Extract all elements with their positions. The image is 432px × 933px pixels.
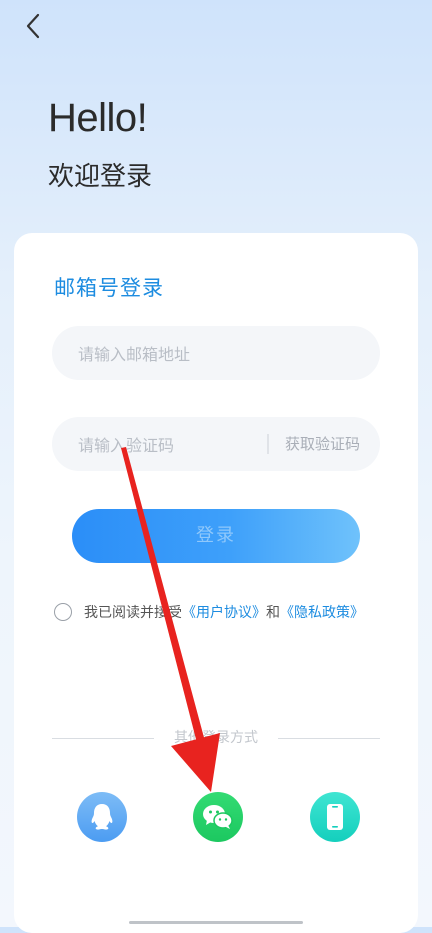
- qq-icon: [91, 804, 113, 830]
- login-button[interactable]: 登录: [72, 509, 360, 563]
- chevron-left-icon: [26, 13, 40, 39]
- email-input[interactable]: [76, 326, 280, 382]
- back-button[interactable]: [20, 12, 48, 40]
- welcome-subtitle: 欢迎登录: [48, 162, 153, 192]
- code-field-container: 获取验证码: [52, 417, 380, 473]
- email-login-title: 邮箱号登录: [54, 276, 164, 300]
- divider-line-right: [278, 738, 380, 739]
- phone-login-button[interactable]: [310, 792, 360, 842]
- code-input[interactable]: [76, 417, 280, 473]
- wechat-icon: [203, 805, 233, 829]
- agree-radio[interactable]: [54, 603, 72, 621]
- field-divider: [267, 434, 269, 454]
- phone-icon: [327, 804, 343, 830]
- get-code-button[interactable]: 获取验证码: [285, 417, 360, 471]
- hello-heading: Hello!: [48, 96, 148, 140]
- agreement-and: 和: [266, 605, 280, 621]
- user-agreement-link[interactable]: 《用户协议》: [182, 602, 266, 622]
- other-login-divider: 其他登录方式: [52, 728, 380, 748]
- email-field-container: [52, 326, 380, 382]
- privacy-policy-link[interactable]: 《隐私政策》: [280, 602, 364, 622]
- home-indicator: [129, 921, 303, 924]
- agreement-row: 我已阅读并接受 《用户协议》 和 《隐私政策》: [54, 602, 364, 622]
- qq-login-button[interactable]: [77, 792, 127, 842]
- wechat-login-button[interactable]: [193, 792, 243, 842]
- agreement-text: 我已阅读并接受: [84, 605, 182, 621]
